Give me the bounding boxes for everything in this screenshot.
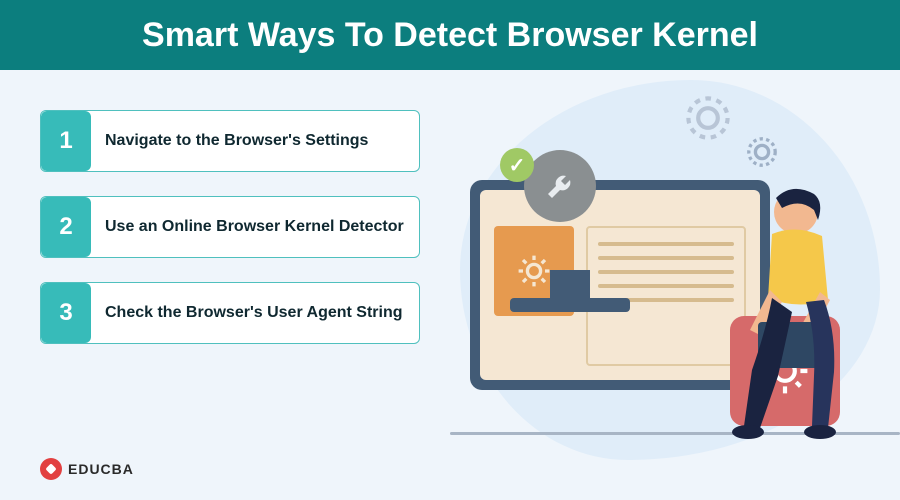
line (598, 284, 734, 288)
list-item: 1 Navigate to the Browser's Settings (40, 110, 420, 172)
gear-icon (740, 130, 784, 174)
monitor-base (510, 298, 630, 312)
person-illustration (720, 180, 890, 440)
illustration: ✓ (420, 60, 880, 480)
check-icon: ✓ (500, 148, 534, 182)
line (598, 256, 734, 260)
steps-list: 1 Navigate to the Browser's Settings 2 U… (40, 110, 420, 344)
list-item: 2 Use an Online Browser Kernel Detector (40, 196, 420, 258)
line (598, 270, 734, 274)
step-label: Use an Online Browser Kernel Detector (91, 197, 419, 257)
logo-icon (40, 458, 62, 480)
list-item: 3 Check the Browser's User Agent String (40, 282, 420, 344)
step-number: 1 (41, 111, 91, 171)
wrench-icon (524, 150, 596, 222)
brand-name: EDUCBA (68, 461, 134, 477)
step-label: Check the Browser's User Agent String (91, 283, 419, 343)
monitor-screen (480, 190, 760, 380)
brand-footer: EDUCBA (40, 458, 134, 480)
step-number: 3 (41, 283, 91, 343)
content-area: 1 Navigate to the Browser's Settings 2 U… (0, 70, 900, 500)
page-title: Smart Ways To Detect Browser Kernel (142, 16, 758, 55)
monitor-stand (550, 270, 590, 300)
step-number: 2 (41, 197, 91, 257)
gear-icon (680, 90, 736, 146)
step-label: Navigate to the Browser's Settings (91, 111, 419, 171)
line (598, 242, 734, 246)
